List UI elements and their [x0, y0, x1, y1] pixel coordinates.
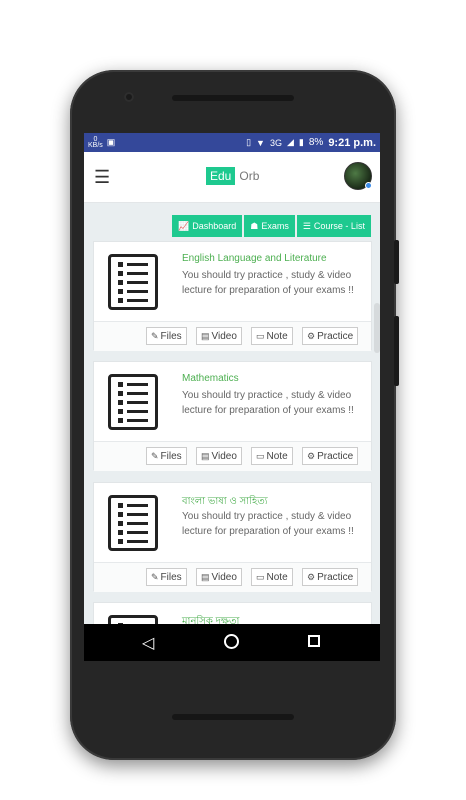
scroll-handle[interactable]: [374, 303, 380, 353]
battery-icon: ▮: [298, 137, 304, 147]
paperclip-icon: ✎: [151, 571, 159, 582]
note-icon: ▭: [256, 571, 265, 582]
exams-label: Exams: [261, 221, 289, 231]
practice-label: Practice: [317, 571, 354, 583]
signal-icon: ◢: [286, 137, 294, 147]
video-icon: ▤: [201, 571, 210, 582]
brand-orb: Orb: [239, 169, 260, 183]
brand-edu: Edu: [206, 167, 236, 185]
image-icon: ▣: [106, 137, 116, 147]
paperclip-icon: ✎: [151, 330, 159, 341]
note-label: Note: [266, 450, 288, 462]
video-label: Video: [211, 450, 237, 462]
course-description: You should try practice , study & video …: [182, 270, 354, 296]
course-card[interactable]: English Language and Literature You shou…: [93, 241, 372, 351]
top-speaker: [172, 95, 294, 101]
note-button[interactable]: ▭ Note: [251, 327, 293, 345]
note-label: Note: [266, 330, 288, 342]
note-icon: ▭: [256, 450, 265, 461]
net-speed: 0 KB/s: [88, 136, 103, 149]
status-bar: 0 KB/s ▣ ▯ ▼ 3G ◢ ▮ 8% 9:21 p.m.: [84, 133, 380, 152]
action-buttons: 📈 Dashboard ☗ Exams ☰ Course - List: [172, 215, 371, 237]
list-document-icon: [108, 254, 158, 310]
power-button: [394, 240, 399, 284]
bottom-speaker: [172, 714, 294, 720]
course-list-label: Course - List: [313, 221, 365, 231]
files-label: Files: [160, 450, 182, 462]
files-button[interactable]: ✎ Files: [146, 447, 187, 465]
card-footer: ✎ Files ▤ Video ▭ Note ⚙ Practice: [94, 441, 371, 471]
note-button[interactable]: ▭ Note: [251, 447, 293, 465]
app-bar: ☰ Edu Orb: [84, 152, 380, 203]
files-label: Files: [160, 330, 182, 342]
wifi-icon: ▼: [256, 137, 265, 148]
exams-button[interactable]: ☗ Exams: [244, 215, 295, 237]
front-camera: [124, 92, 134, 102]
files-button[interactable]: ✎ Files: [146, 568, 187, 586]
video-button[interactable]: ▤ Video: [196, 327, 242, 345]
practice-button[interactable]: ⚙ Practice: [302, 447, 359, 465]
home-icon[interactable]: [224, 634, 239, 649]
gear-icon: ⚙: [307, 450, 316, 461]
online-dot: [365, 182, 372, 189]
brand-logo: Edu Orb: [206, 167, 259, 185]
hamburger-icon[interactable]: ☰: [94, 167, 114, 188]
recent-apps-icon[interactable]: [308, 635, 320, 647]
video-icon: ▤: [201, 450, 210, 461]
exam-icon: ☗: [250, 220, 259, 231]
practice-button[interactable]: ⚙ Practice: [302, 568, 359, 586]
card-footer: ✎ Files ▤ Video ▭ Note ⚙ Practice: [94, 321, 371, 351]
course-description: You should try practice , study & video …: [182, 390, 354, 416]
paperclip-icon: ✎: [151, 450, 159, 461]
files-button[interactable]: ✎ Files: [146, 327, 187, 345]
video-label: Video: [211, 330, 237, 342]
note-label: Note: [266, 571, 288, 583]
course-title[interactable]: Mathematics: [182, 373, 239, 384]
card-footer: ✎ Files ▤ Video ▭ Note ⚙ Practice: [94, 562, 371, 592]
vibrate-icon: ▯: [246, 137, 252, 147]
volume-button: [394, 316, 399, 386]
screen: 0 KB/s ▣ ▯ ▼ 3G ◢ ▮ 8% 9:21 p.m. ☰ Edu O…: [84, 133, 380, 661]
list-document-icon: [108, 495, 158, 551]
practice-label: Practice: [317, 330, 354, 342]
course-title[interactable]: English Language and Literature: [182, 253, 327, 264]
practice-button[interactable]: ⚙ Practice: [302, 327, 359, 345]
list-document-icon: [108, 374, 158, 430]
dashboard-label: Dashboard: [192, 221, 237, 231]
android-nav-bar: ◁: [84, 624, 380, 661]
chart-icon: 📈: [178, 220, 190, 231]
gear-icon: ⚙: [307, 571, 316, 582]
avatar[interactable]: [344, 162, 372, 190]
course-list-button[interactable]: ☰ Course - List: [296, 215, 371, 237]
note-icon: ▭: [256, 330, 265, 341]
gear-icon: ⚙: [307, 330, 316, 341]
note-button[interactable]: ▭ Note: [251, 568, 293, 586]
dashboard-button[interactable]: 📈 Dashboard: [172, 215, 243, 237]
files-label: Files: [160, 571, 182, 583]
net-speed-unit: KB/s: [88, 141, 103, 149]
course-description: You should try practice , study & video …: [182, 511, 354, 537]
video-button[interactable]: ▤ Video: [196, 568, 242, 586]
battery-percent: 8%: [308, 137, 324, 148]
clock: 9:21 p.m.: [328, 136, 376, 149]
video-button[interactable]: ▤ Video: [196, 447, 242, 465]
back-icon[interactable]: ◁: [142, 633, 154, 653]
video-icon: ▤: [201, 330, 210, 341]
practice-label: Practice: [317, 450, 354, 462]
signal-type: 3G: [269, 137, 282, 148]
course-card[interactable]: বাংলা ভাষা ও সাহিত্য You should try prac…: [93, 482, 372, 592]
list-icon: ☰: [302, 220, 311, 231]
video-label: Video: [211, 571, 237, 583]
course-card[interactable]: Mathematics You should try practice , st…: [93, 361, 372, 471]
